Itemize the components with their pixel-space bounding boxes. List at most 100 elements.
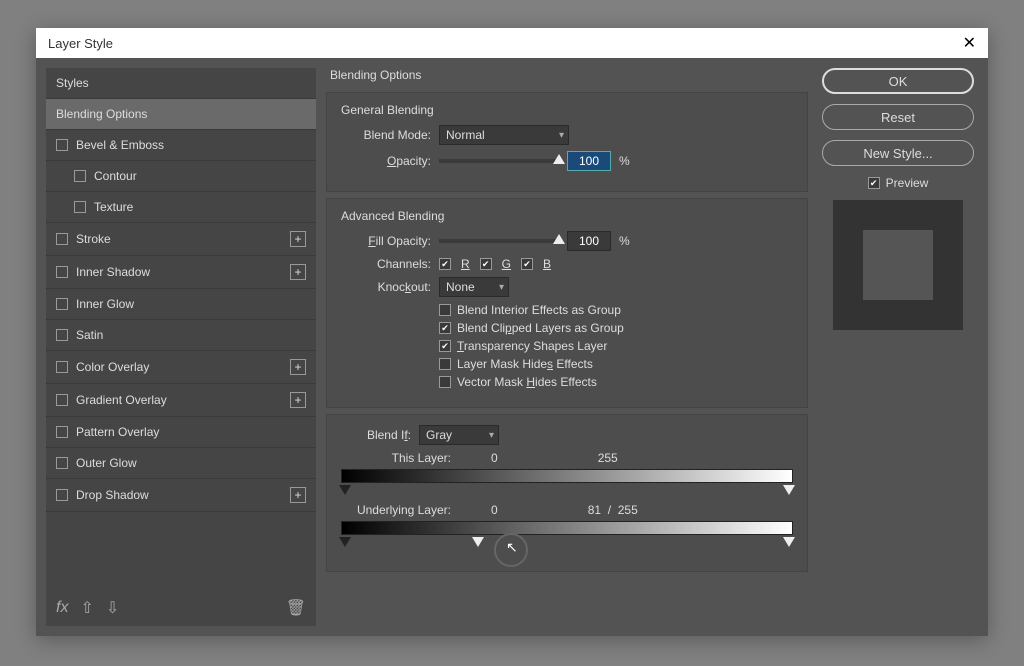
sidebar-item-satin[interactable]: Satin <box>46 320 316 351</box>
sidebar-item-label: Texture <box>94 200 133 214</box>
sidebar-item-label: Inner Shadow <box>76 265 150 279</box>
advanced-blending-group: Advanced Blending Fill Opacity: 100 % Ch… <box>326 198 808 408</box>
up-arrow-icon[interactable]: ⇧ <box>80 598 93 618</box>
sidebar-item-label: Gradient Overlay <box>76 393 167 407</box>
transparency-shapes-checkbox[interactable] <box>439 340 451 352</box>
styles-sidebar: Styles Blending Options Bevel & Emboss C… <box>46 68 316 626</box>
plus-icon[interactable]: + <box>290 392 306 408</box>
checkbox-icon[interactable] <box>74 170 86 182</box>
slider-thumb-icon[interactable] <box>553 154 565 164</box>
general-blending-group: General Blending Blend Mode: Normal Opac… <box>326 92 808 192</box>
sidebar-item-inner-shadow[interactable]: Inner Shadow + <box>46 256 316 289</box>
sidebar-item-pattern-overlay[interactable]: Pattern Overlay <box>46 417 316 448</box>
center-panel: Blending Options General Blending Blend … <box>326 68 808 626</box>
this-layer-slider[interactable] <box>341 469 793 487</box>
sidebar-item-blending-options[interactable]: Blending Options <box>46 99 316 130</box>
underlying-layer-label: Underlying Layer: <box>341 503 451 517</box>
black-stop-icon[interactable] <box>339 537 351 547</box>
window-title: Layer Style <box>48 36 113 51</box>
plus-icon[interactable]: + <box>290 487 306 503</box>
preview-inner <box>863 230 933 300</box>
opacity-label: Opacity: <box>341 154 431 168</box>
new-style-button[interactable]: New Style... <box>822 140 974 166</box>
blend-mode-label: Blend Mode: <box>341 128 431 142</box>
sidebar-item-stroke[interactable]: Stroke + <box>46 223 316 256</box>
vector-mask-hides-checkbox[interactable] <box>439 376 451 388</box>
sidebar-item-label: Inner Glow <box>76 297 134 311</box>
channel-g-checkbox[interactable] <box>480 258 492 270</box>
checkbox-icon[interactable] <box>56 457 68 469</box>
white-stop-icon[interactable] <box>783 537 795 547</box>
channels-label: Channels: <box>341 257 431 271</box>
percent-label: % <box>619 154 630 168</box>
underlying-high: 255 <box>618 503 638 517</box>
sidebar-item-gradient-overlay[interactable]: Gradient Overlay + <box>46 384 316 417</box>
ok-button[interactable]: OK <box>822 68 974 94</box>
panel-title: Blending Options <box>326 68 808 86</box>
titlebar: Layer Style ✕ <box>36 28 988 58</box>
fill-opacity-slider[interactable] <box>439 239 559 243</box>
close-icon[interactable]: ✕ <box>963 33 976 53</box>
vector-mask-hides-label: Vector Mask Hides Effects <box>457 375 597 389</box>
sidebar-item-contour[interactable]: Contour <box>46 161 316 192</box>
sidebar-item-bevel-emboss[interactable]: Bevel & Emboss <box>46 130 316 161</box>
black-stop-icon[interactable] <box>339 485 351 495</box>
plus-icon[interactable]: + <box>290 359 306 375</box>
channel-r-label: R <box>461 257 470 271</box>
checkbox-icon[interactable] <box>56 394 68 406</box>
checkbox-icon[interactable] <box>56 266 68 278</box>
blend-clipped-checkbox[interactable] <box>439 322 451 334</box>
blendif-label: Blend If: <box>341 428 411 442</box>
sidebar-item-label: Color Overlay <box>76 360 149 374</box>
blendif-group: Blend If: Gray This Layer:0255 Underlyin… <box>326 414 808 572</box>
checkbox-icon[interactable] <box>56 139 68 151</box>
channel-r-checkbox[interactable] <box>439 258 451 270</box>
channel-b-checkbox[interactable] <box>521 258 533 270</box>
checkbox-icon[interactable] <box>74 201 86 213</box>
sidebar-item-color-overlay[interactable]: Color Overlay + <box>46 351 316 384</box>
sidebar-list: Blending Options Bevel & Emboss Contour … <box>46 99 316 590</box>
blend-interior-checkbox[interactable] <box>439 304 451 316</box>
blend-clipped-label: Blend Clipped Layers as Group <box>457 321 624 335</box>
slider-thumb-icon[interactable] <box>553 234 565 244</box>
trash-icon[interactable]: 🗑 <box>286 598 306 618</box>
fx-icon[interactable]: fx <box>56 599 68 617</box>
knockout-label: Knockout: <box>341 280 431 294</box>
sidebar-item-texture[interactable]: Texture <box>46 192 316 223</box>
underlying-layer-slider[interactable] <box>341 521 793 539</box>
opacity-slider[interactable] <box>439 159 559 163</box>
knockout-select[interactable]: None <box>439 277 509 297</box>
sidebar-item-label: Drop Shadow <box>76 488 149 502</box>
plus-icon[interactable]: + <box>290 231 306 247</box>
sidebar-item-label: Bevel & Emboss <box>76 138 164 152</box>
sidebar-item-inner-glow[interactable]: Inner Glow <box>46 289 316 320</box>
blend-mode-select[interactable]: Normal <box>439 125 569 145</box>
channel-g-label: G <box>502 257 511 271</box>
opacity-input[interactable]: 100 <box>567 151 611 171</box>
this-layer-label: This Layer: <box>341 451 451 465</box>
down-arrow-icon[interactable]: ⇩ <box>106 598 119 618</box>
checkbox-icon[interactable] <box>56 233 68 245</box>
checkbox-icon[interactable] <box>56 426 68 438</box>
fill-opacity-input[interactable]: 100 <box>567 231 611 251</box>
sidebar-item-drop-shadow[interactable]: Drop Shadow + <box>46 479 316 512</box>
preview-toggle[interactable]: Preview <box>868 176 929 190</box>
plus-icon[interactable]: + <box>290 264 306 280</box>
sidebar-item-label: Blending Options <box>56 107 147 121</box>
checkbox-icon[interactable] <box>56 489 68 501</box>
white-split-stop-icon[interactable] <box>472 537 484 547</box>
sidebar-item-outer-glow[interactable]: Outer Glow <box>46 448 316 479</box>
white-stop-icon[interactable] <box>783 485 795 495</box>
underlying-mid: 81 <box>588 503 601 517</box>
checkbox-icon[interactable] <box>56 361 68 373</box>
blendif-select[interactable]: Gray <box>419 425 499 445</box>
layer-mask-hides-checkbox[interactable] <box>439 358 451 370</box>
reset-button[interactable]: Reset <box>822 104 974 130</box>
checkbox-icon[interactable] <box>56 329 68 341</box>
preview-swatch <box>833 200 963 330</box>
preview-checkbox[interactable] <box>868 177 880 189</box>
checkbox-icon[interactable] <box>56 298 68 310</box>
gradient-track <box>341 521 793 535</box>
sidebar-item-label: Stroke <box>76 232 111 246</box>
layer-style-dialog: Layer Style ✕ Styles Blending Options Be… <box>36 28 988 636</box>
